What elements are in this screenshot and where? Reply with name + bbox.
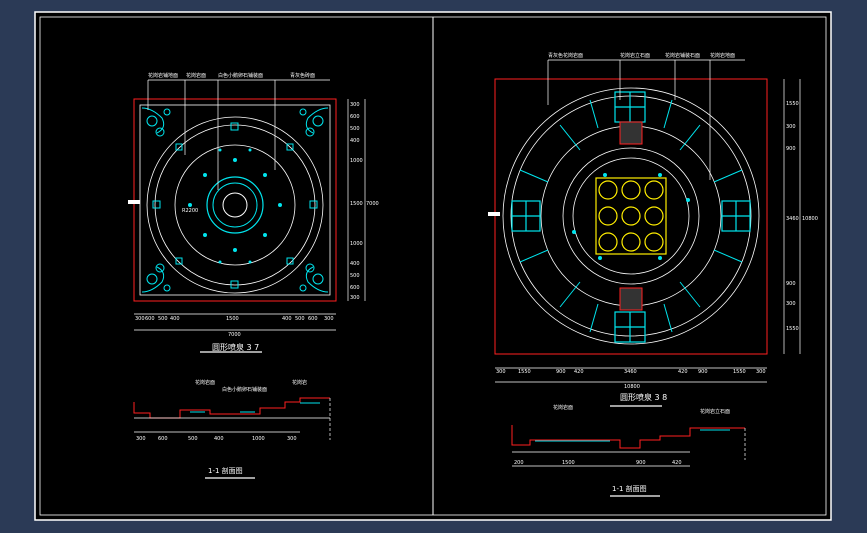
svg-text:10800: 10800: [624, 384, 640, 390]
left-callout-4: 青灰色砖面: [290, 72, 315, 79]
svg-text:400: 400: [350, 138, 360, 144]
svg-text:7000: 7000: [366, 201, 379, 207]
svg-text:900: 900: [698, 369, 708, 375]
left-section-title: 1-1 剖面图: [208, 466, 243, 475]
svg-text:1500: 1500: [226, 316, 239, 322]
svg-text:300: 300: [756, 369, 766, 375]
right-callout-2: 花岗岩立石面: [620, 52, 650, 59]
svg-text:1000: 1000: [252, 436, 265, 442]
right-section-callout-2: 花岗岩立石面: [700, 408, 730, 415]
svg-text:300: 300: [287, 436, 297, 442]
svg-text:400: 400: [214, 436, 224, 442]
svg-text:600: 600: [308, 316, 318, 322]
svg-text:1500: 1500: [562, 460, 575, 466]
svg-text:1000: 1000: [350, 241, 363, 247]
svg-text:200: 200: [514, 460, 524, 466]
svg-text:900: 900: [636, 460, 646, 466]
svg-text:300: 300: [350, 102, 360, 108]
left-section-callout-1: 花岗岩面: [195, 379, 215, 386]
svg-text:300: 300: [496, 369, 506, 375]
svg-text:500: 500: [350, 273, 360, 279]
svg-text:600: 600: [145, 316, 155, 322]
svg-text:300: 300: [786, 301, 796, 307]
svg-text:900: 900: [786, 281, 796, 287]
svg-text:500: 500: [188, 436, 198, 442]
svg-text:1550: 1550: [733, 369, 746, 375]
svg-text:300: 300: [324, 316, 334, 322]
cad-drawing: 圆形喷泉 3 7 花岗岩铺地面 花岗岩面 白色小鹅卵石铺装面 青灰色砖面 R22…: [34, 11, 832, 521]
right-section-callout-1: 花岗岩面: [553, 404, 573, 411]
svg-text:1000: 1000: [350, 158, 363, 164]
svg-text:600: 600: [158, 436, 168, 442]
svg-text:1550: 1550: [786, 326, 799, 332]
left-radius-label: R2200: [182, 208, 198, 214]
cad-viewer: 圆形喷泉 3 7 花岗岩铺地面 花岗岩面 白色小鹅卵石铺装面 青灰色砖面 R22…: [0, 0, 867, 533]
svg-text:300: 300: [786, 124, 796, 130]
svg-text:600: 600: [350, 285, 360, 291]
svg-text:300: 300: [136, 436, 146, 442]
svg-text:300: 300: [135, 316, 145, 322]
left-callout-2: 花岗岩面: [186, 72, 206, 79]
svg-text:420: 420: [672, 460, 682, 466]
svg-text:500: 500: [295, 316, 305, 322]
right-section-title: 1-1 剖面图: [612, 484, 647, 493]
svg-text:7000: 7000: [228, 332, 241, 338]
svg-text:400: 400: [282, 316, 292, 322]
svg-text:400: 400: [350, 261, 360, 267]
svg-text:600: 600: [350, 114, 360, 120]
left-callout-3: 白色小鹅卵石铺装面: [218, 72, 263, 79]
svg-text:420: 420: [678, 369, 688, 375]
svg-text:1550: 1550: [786, 101, 799, 107]
svg-text:400: 400: [170, 316, 180, 322]
svg-text:900: 900: [556, 369, 566, 375]
svg-text:10800: 10800: [802, 216, 818, 222]
left-plan-title: 圆形喷泉 3 7: [212, 342, 259, 352]
svg-text:900: 900: [786, 146, 796, 152]
svg-text:1550: 1550: [518, 369, 531, 375]
right-plan-title: 圆形喷泉 3 8: [620, 392, 667, 402]
left-section-callout-2: 白色小鹅卵石铺装面: [222, 386, 267, 393]
left-section-callout-3: 花岗岩: [292, 379, 307, 386]
svg-text:3460: 3460: [624, 369, 637, 375]
svg-text:300: 300: [350, 295, 360, 301]
right-callout-4: 花岗岩地面: [710, 52, 735, 59]
svg-text:500: 500: [350, 126, 360, 132]
left-callout-1: 花岗岩铺地面: [148, 72, 178, 79]
right-callout-3: 花岗岩铺装石面: [665, 52, 700, 59]
svg-text:500: 500: [158, 316, 168, 322]
svg-text:420: 420: [574, 369, 584, 375]
right-callout-1: 青灰色花岗岩面: [548, 52, 583, 59]
svg-text:1500: 1500: [350, 201, 363, 207]
svg-text:3460: 3460: [786, 216, 799, 222]
